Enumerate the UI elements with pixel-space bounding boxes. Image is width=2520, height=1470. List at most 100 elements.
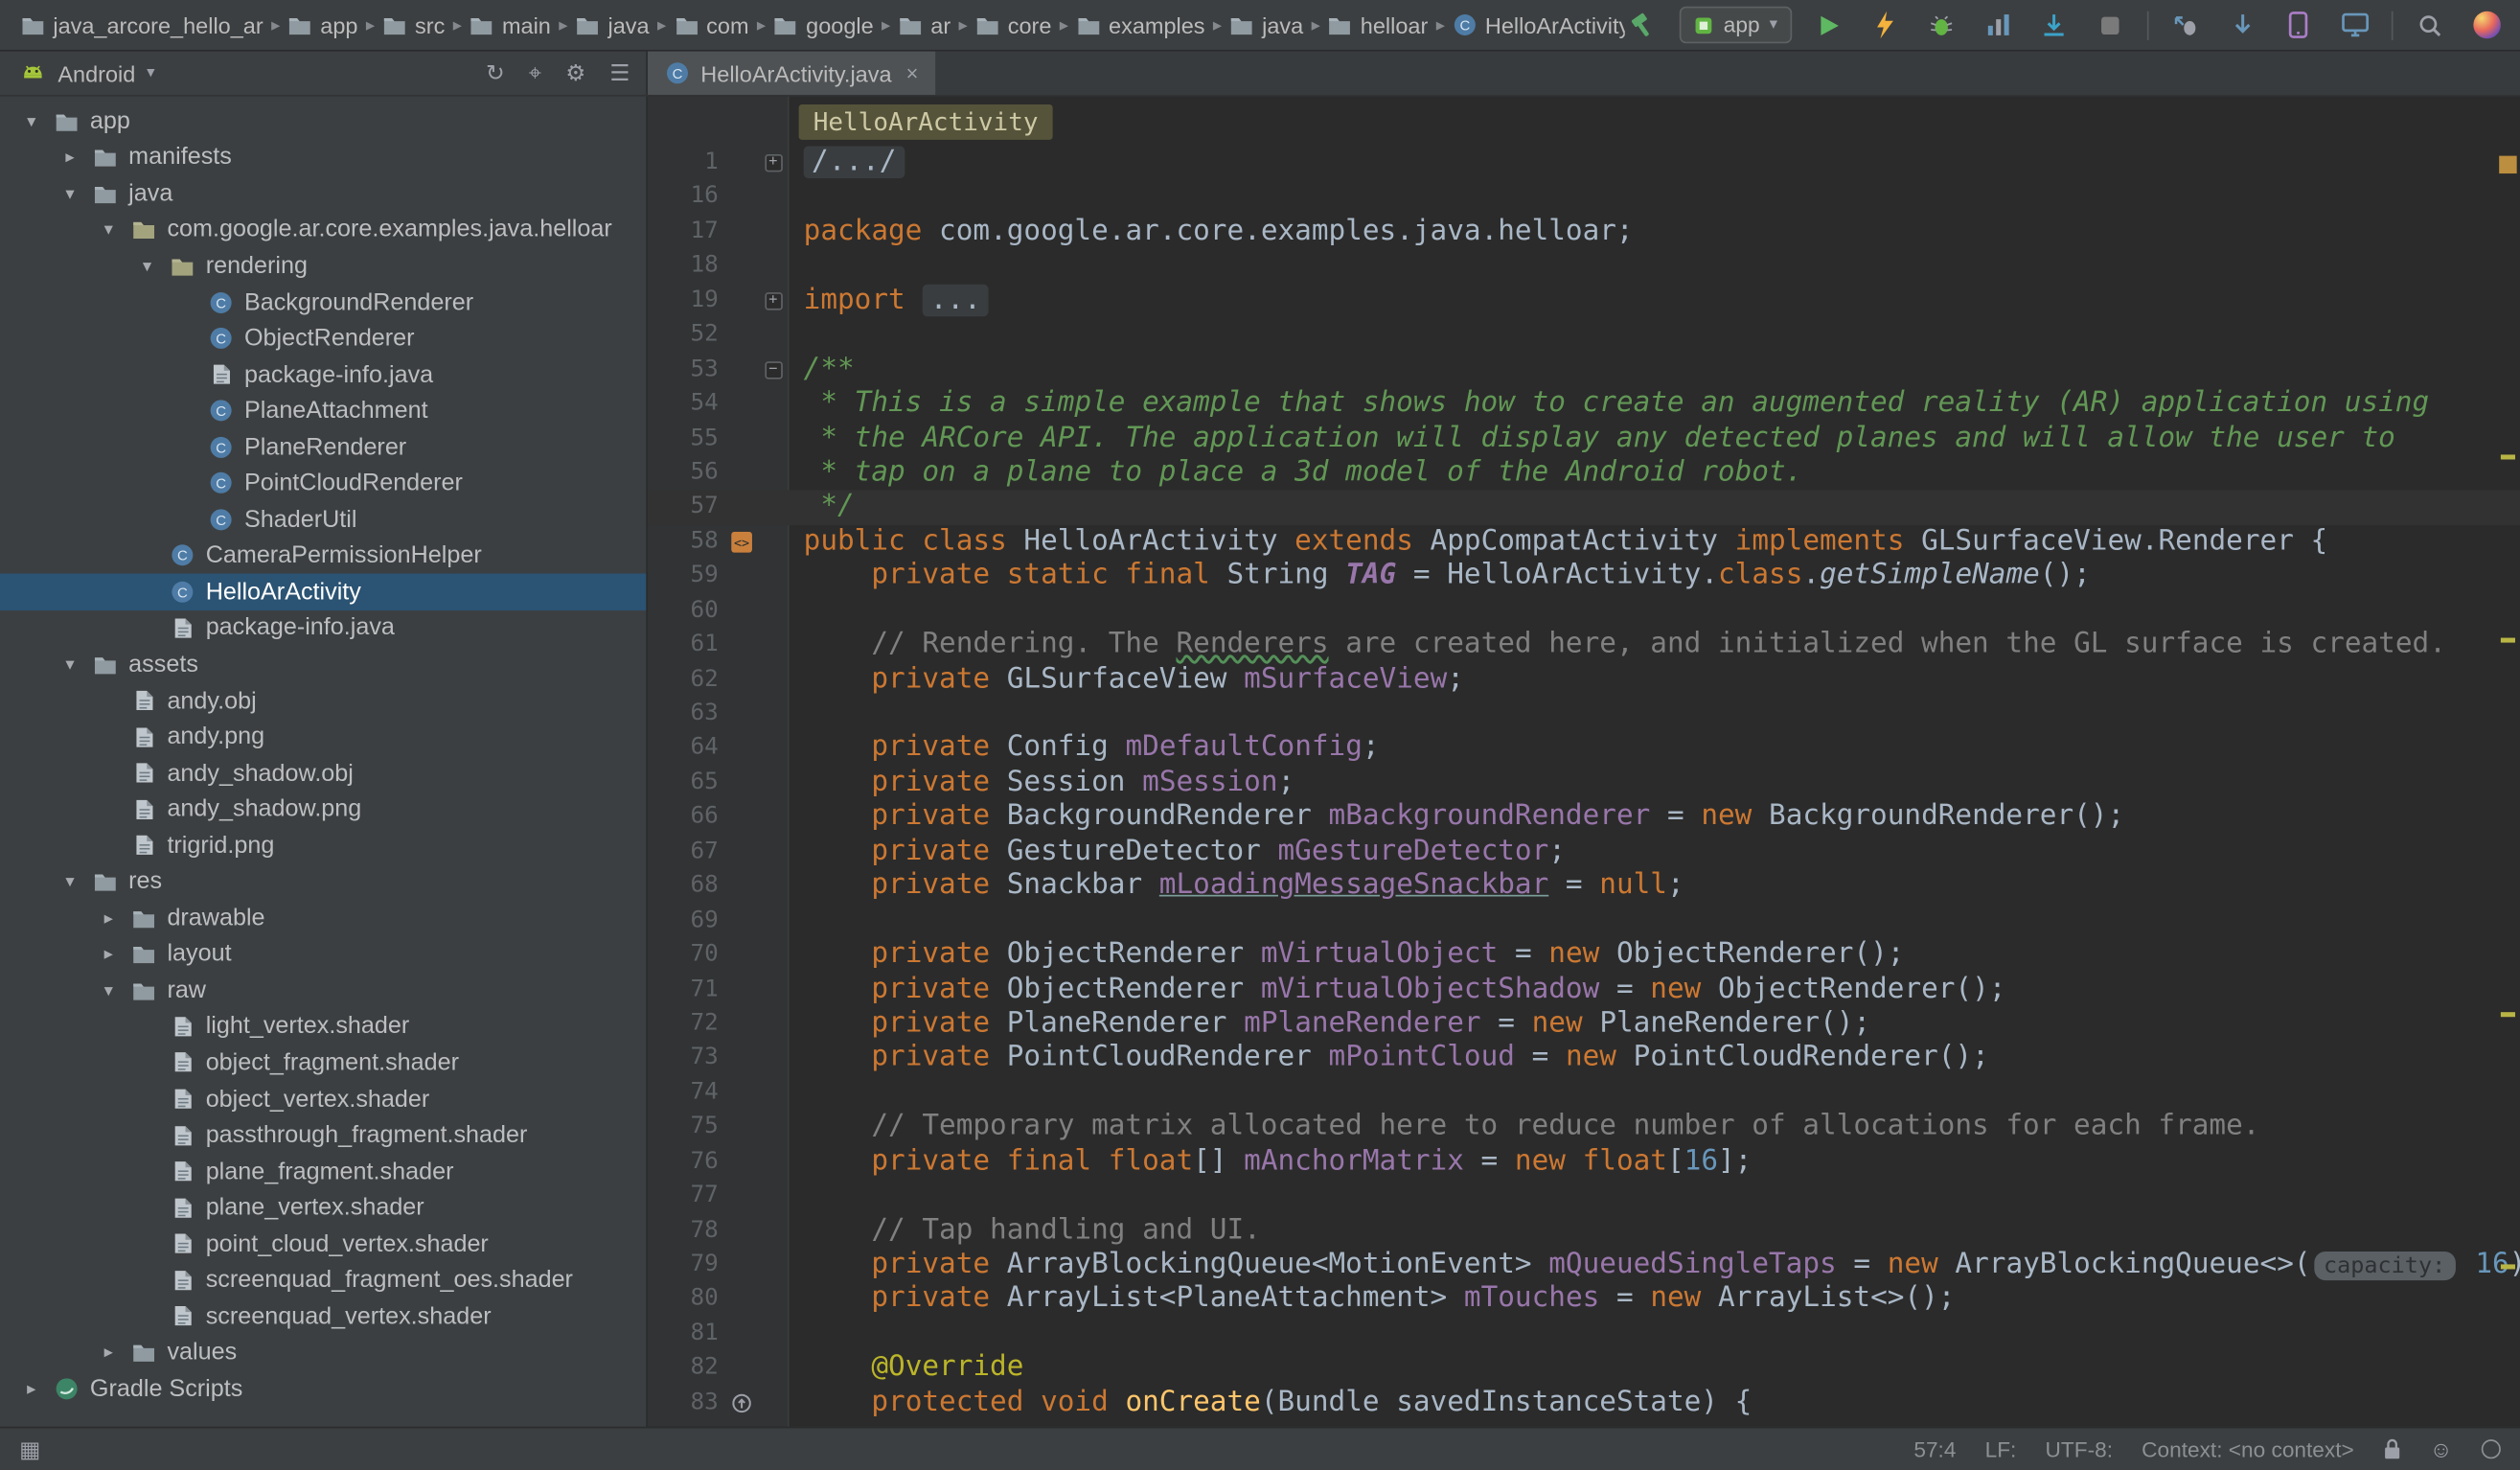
- tree-item[interactable]: screenquad_fragment_oes.shader: [0, 1262, 646, 1298]
- classdecl-gutter-icon[interactable]: <>: [722, 532, 760, 553]
- line-number[interactable]: 60: [648, 594, 722, 629]
- code-line[interactable]: 68 private Snackbar mLoadingMessageSnack…: [648, 869, 2520, 904]
- chevron-expanded-icon[interactable]: ▾: [52, 183, 89, 204]
- line-number[interactable]: 79: [648, 1249, 722, 1283]
- download-icon[interactable]: [2224, 8, 2259, 43]
- profiler-icon[interactable]: [1980, 8, 2015, 43]
- chevron-collapsed-icon[interactable]: ▸: [90, 1342, 127, 1363]
- tree-item[interactable]: ▾app: [0, 103, 646, 139]
- chevron-collapsed-icon[interactable]: ▸: [90, 944, 127, 965]
- breadcrumb-item[interactable]: core: [971, 12, 1056, 38]
- chevron-collapsed-icon[interactable]: ▸: [52, 147, 89, 168]
- warning-stripe-mark[interactable]: [2501, 638, 2515, 643]
- tree-item[interactable]: screenquad_vertex.shader: [0, 1298, 646, 1335]
- line-number[interactable]: 59: [648, 560, 722, 594]
- code-line[interactable]: 1+/.../: [648, 147, 2520, 181]
- code-line[interactable]: 82 @Override: [648, 1351, 2520, 1386]
- tree-item[interactable]: plane_vertex.shader: [0, 1189, 646, 1226]
- breadcrumb-item[interactable]: examples: [1071, 12, 1209, 38]
- code-line[interactable]: 77: [648, 1180, 2520, 1214]
- collapse-all-icon[interactable]: ☰: [609, 59, 630, 87]
- tree-item[interactable]: object_fragment.shader: [0, 1045, 646, 1081]
- breadcrumb-item[interactable]: com: [670, 12, 754, 38]
- breadcrumb-current-class[interactable]: HelloArActivity: [799, 103, 1053, 139]
- fold-marker[interactable]: +: [760, 292, 786, 310]
- code-line[interactable]: 16: [648, 181, 2520, 216]
- breadcrumb-item[interactable]: main: [465, 12, 556, 38]
- code-line[interactable]: 72 private PlaneRenderer mPlaneRenderer …: [648, 1007, 2520, 1042]
- line-number[interactable]: 1: [648, 147, 722, 181]
- locate-icon[interactable]: ⌖: [529, 59, 541, 87]
- tree-item[interactable]: trigrid.png: [0, 827, 646, 863]
- tree-item[interactable]: andy_shadow.png: [0, 791, 646, 827]
- line-number[interactable]: 78: [648, 1214, 722, 1249]
- breadcrumb-item[interactable]: java: [1226, 12, 1309, 38]
- code-line[interactable]: 74: [648, 1076, 2520, 1111]
- code-line[interactable]: 67 private GestureDetector mGestureDetec…: [648, 835, 2520, 869]
- code-line[interactable]: 62 private GLSurfaceView mSurfaceView;: [648, 663, 2520, 698]
- profile-sphere-icon[interactable]: [2468, 8, 2504, 43]
- line-number[interactable]: 52: [648, 318, 722, 353]
- code-line[interactable]: 56 * tap on a plane to place a 3d model …: [648, 456, 2520, 491]
- line-number[interactable]: 76: [648, 1145, 722, 1180]
- tree-item[interactable]: ▾raw: [0, 972, 646, 1008]
- tree-item[interactable]: passthrough_fragment.shader: [0, 1117, 646, 1154]
- tree-item[interactable]: CBackgroundRenderer: [0, 284, 646, 320]
- chevron-collapsed-icon[interactable]: ▸: [12, 1378, 50, 1399]
- line-number[interactable]: 77: [648, 1180, 722, 1214]
- code-line[interactable]: 70 private ObjectRenderer mVirtualObject…: [648, 938, 2520, 973]
- encoding-widget[interactable]: UTF-8:: [2046, 1437, 2113, 1461]
- breadcrumb-item[interactable]: src: [378, 12, 449, 38]
- caret-position-widget[interactable]: 57:4: [1913, 1437, 1956, 1461]
- hector-inspector-icon[interactable]: ☺: [2430, 1436, 2453, 1462]
- line-number[interactable]: 55: [648, 422, 722, 456]
- code-line[interactable]: 63: [648, 698, 2520, 732]
- tree-item[interactable]: andy.png: [0, 719, 646, 755]
- inspection-indicator[interactable]: [2499, 156, 2516, 173]
- breadcrumb-item[interactable]: java_arcore_hello_ar: [16, 12, 268, 38]
- tree-item[interactable]: ▸values: [0, 1334, 646, 1370]
- build-hammer-icon[interactable]: [1625, 8, 1661, 43]
- code-area[interactable]: 1+/.../1617package com.google.ar.core.ex…: [648, 147, 2520, 1421]
- code-line[interactable]: 18: [648, 249, 2520, 284]
- tree-item[interactable]: ▸Gradle Scripts: [0, 1370, 646, 1407]
- project-view-selector[interactable]: Android: [57, 60, 135, 86]
- code-line[interactable]: 57 */: [648, 491, 2520, 525]
- code-line[interactable]: 58<>public class HelloArActivity extends…: [648, 525, 2520, 560]
- warning-stripe-mark[interactable]: [2501, 454, 2515, 459]
- line-number[interactable]: 68: [648, 869, 722, 904]
- code-line[interactable]: 52: [648, 318, 2520, 353]
- tree-item[interactable]: object_vertex.shader: [0, 1081, 646, 1117]
- warning-stripe-mark[interactable]: [2501, 1264, 2515, 1269]
- line-number[interactable]: 83: [648, 1386, 722, 1420]
- line-number[interactable]: 71: [648, 973, 722, 1007]
- line-number[interactable]: 75: [648, 1111, 722, 1145]
- line-number[interactable]: 66: [648, 800, 722, 835]
- code-line[interactable]: 75 // Temporary matrix allocated here to…: [648, 1111, 2520, 1145]
- stop-icon[interactable]: [2093, 8, 2128, 43]
- line-number[interactable]: 19: [648, 284, 722, 318]
- close-icon[interactable]: ×: [906, 61, 919, 85]
- line-number[interactable]: 61: [648, 629, 722, 663]
- background-tasks-icon[interactable]: [2482, 1439, 2501, 1459]
- tree-item[interactable]: ▾assets: [0, 646, 646, 682]
- tree-item[interactable]: CPlaneAttachment: [0, 393, 646, 429]
- device-manager-icon[interactable]: [2280, 8, 2316, 43]
- editor[interactable]: HelloArActivity 1+/.../1617package com.g…: [648, 97, 2520, 1427]
- line-number[interactable]: 81: [648, 1318, 722, 1352]
- chevron-collapsed-icon[interactable]: ▸: [90, 907, 127, 929]
- code-line[interactable]: 69: [648, 904, 2520, 938]
- instant-run-icon[interactable]: [1867, 8, 1903, 43]
- line-number[interactable]: 82: [648, 1351, 722, 1386]
- line-number[interactable]: 80: [648, 1283, 722, 1318]
- code-line[interactable]: 55 * the ARCore API. The application wil…: [648, 422, 2520, 456]
- line-number[interactable]: 56: [648, 456, 722, 491]
- lock-icon[interactable]: [2383, 1437, 2400, 1459]
- line-number[interactable]: 53: [648, 353, 722, 387]
- breadcrumb-item[interactable]: java: [571, 12, 654, 38]
- line-number[interactable]: 17: [648, 215, 722, 249]
- code-line[interactable]: 53−/**: [648, 353, 2520, 387]
- breadcrumb-item[interactable]: helloar: [1323, 12, 1432, 38]
- code-line[interactable]: 78 // Tap handling and UI.: [648, 1214, 2520, 1249]
- code-line[interactable]: 61 // Rendering. The Renderers are creat…: [648, 629, 2520, 663]
